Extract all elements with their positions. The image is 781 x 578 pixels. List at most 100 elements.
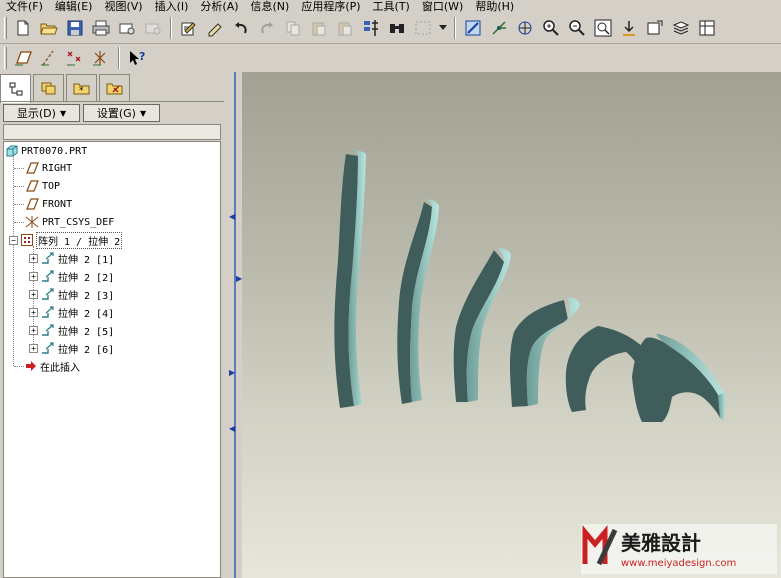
tab-model-tree[interactable] bbox=[0, 74, 31, 103]
repaint-icon[interactable] bbox=[462, 17, 484, 39]
open-folder-icon[interactable] bbox=[38, 17, 60, 39]
menu-file[interactable]: 文件(F) bbox=[0, 1, 49, 12]
redo-icon[interactable] bbox=[256, 17, 278, 39]
display-dropdown[interactable]: 显示(D) ▼ bbox=[3, 104, 80, 122]
datum-plane-icon bbox=[26, 198, 39, 210]
tree-item-extrude-6[interactable]: + 拉伸 2 [6] bbox=[29, 340, 114, 356]
chevron-down-icon: ▼ bbox=[59, 108, 67, 118]
tree-item-insert-here[interactable]: 在此插入 bbox=[25, 358, 80, 374]
tree-item-csys[interactable]: PRT_CSYS_DEF bbox=[25, 214, 114, 230]
connections-icon bbox=[106, 83, 122, 95]
tab-layers[interactable] bbox=[33, 74, 64, 101]
edit-definition-icon[interactable] bbox=[204, 17, 226, 39]
tab-favorites[interactable]: * bbox=[66, 74, 97, 101]
model-render bbox=[334, 150, 726, 422]
menu-bar: 文件(F) 编辑(E) 视图(V) 插入(I) 分析(A) 信息(N) 应用程序… bbox=[0, 0, 781, 12]
graphics-viewport[interactable]: 美雅設計 www.meiyadesign.com bbox=[242, 72, 781, 578]
settings-dropdown[interactable]: 设置(G) ▼ bbox=[83, 104, 160, 122]
expand-icon[interactable]: + bbox=[29, 271, 38, 281]
layers-icon[interactable] bbox=[670, 17, 692, 39]
orient-mode-icon[interactable] bbox=[514, 17, 536, 39]
zoom-out-icon[interactable] bbox=[566, 17, 588, 39]
view-manager-icon[interactable] bbox=[696, 17, 718, 39]
send-mail-icon[interactable] bbox=[116, 17, 138, 39]
datum-points-display-icon[interactable] bbox=[64, 47, 86, 69]
paste-special-icon[interactable] bbox=[334, 17, 356, 39]
undo-icon[interactable] bbox=[230, 17, 252, 39]
refit-icon[interactable] bbox=[592, 17, 614, 39]
collapse-left-icon[interactable]: ◀ bbox=[229, 212, 235, 221]
tree-item-front[interactable]: FRONT bbox=[25, 196, 72, 212]
collapse-icon[interactable]: − bbox=[9, 235, 18, 245]
tree-item-extrude-2[interactable]: + 拉伸 2 [2] bbox=[29, 268, 114, 284]
paste-icon[interactable] bbox=[308, 17, 330, 39]
toolbar-grip[interactable] bbox=[4, 47, 7, 69]
pattern-icon bbox=[21, 234, 33, 246]
toolbar-grip[interactable] bbox=[4, 16, 7, 39]
datum-planes-display-icon[interactable] bbox=[12, 47, 34, 69]
zoom-in-icon[interactable] bbox=[540, 17, 562, 39]
menu-edit[interactable]: 编辑(E) bbox=[49, 1, 99, 12]
tree-item-extrude-4[interactable]: + 拉伸 2 [4] bbox=[29, 304, 114, 320]
select-box-icon[interactable] bbox=[412, 17, 434, 39]
tree-guide-line bbox=[14, 204, 24, 205]
extrude-instance-6[interactable] bbox=[632, 334, 726, 422]
datum-display-toolbar: ? bbox=[0, 44, 781, 72]
panel-splitter[interactable]: ◀ ▶ ▶ ◀ bbox=[224, 72, 242, 578]
datum-axes-display-icon[interactable] bbox=[38, 47, 60, 69]
spin-center-icon[interactable] bbox=[488, 17, 510, 39]
expand-icon[interactable]: + bbox=[29, 289, 38, 299]
menu-tools[interactable]: 工具(T) bbox=[367, 1, 416, 12]
extrude-icon bbox=[42, 342, 54, 354]
extrude-instance-1[interactable] bbox=[334, 150, 366, 408]
expand-right-icon[interactable]: ▶ bbox=[229, 368, 235, 377]
logo-title: 美雅設計 bbox=[621, 531, 701, 555]
tree-root-part[interactable]: PRT0070.PRT bbox=[6, 143, 87, 159]
tree-item-extrude-5[interactable]: + 拉伸 2 [5] bbox=[29, 322, 114, 338]
tree-label: RIGHT bbox=[42, 162, 73, 174]
menu-help[interactable]: 帮助(H) bbox=[469, 1, 520, 12]
menu-window[interactable]: 窗口(W) bbox=[416, 1, 469, 12]
favorites-folder-icon: * bbox=[73, 83, 89, 96]
print-icon[interactable] bbox=[90, 17, 112, 39]
svg-text:*: * bbox=[79, 86, 84, 96]
expand-icon[interactable]: + bbox=[29, 343, 38, 353]
tree-item-top[interactable]: TOP bbox=[25, 178, 60, 194]
dropdown-arrow-icon[interactable] bbox=[438, 17, 448, 39]
menu-applications[interactable]: 应用程序(P) bbox=[295, 1, 366, 12]
tree-item-pattern[interactable]: − 阵列 1 / 拉伸 2 bbox=[9, 231, 123, 249]
copy-icon[interactable] bbox=[282, 17, 304, 39]
tree-label: 拉伸 2 [6] bbox=[58, 344, 115, 356]
expand-icon[interactable]: + bbox=[29, 307, 38, 317]
app-window: 文件(F) 编辑(E) 视图(V) 插入(I) 分析(A) 信息(N) 应用程序… bbox=[0, 0, 781, 578]
expand-icon[interactable]: + bbox=[29, 253, 38, 263]
tree-filter-bar[interactable] bbox=[3, 124, 221, 140]
extrude-instance-3[interactable] bbox=[453, 248, 511, 402]
tree-label: 拉伸 2 [4] bbox=[58, 308, 115, 320]
extrude-icon bbox=[42, 306, 54, 318]
extrude-icon bbox=[42, 288, 54, 300]
tree-label: FRONT bbox=[42, 198, 73, 210]
save-icon[interactable] bbox=[64, 17, 86, 39]
tree-item-extrude-3[interactable]: + 拉伸 2 [3] bbox=[29, 286, 114, 302]
expand-icon[interactable]: + bbox=[29, 325, 38, 335]
tab-connections[interactable] bbox=[99, 74, 130, 101]
menu-analysis[interactable]: 分析(A) bbox=[194, 1, 244, 12]
reorient-icon[interactable] bbox=[618, 17, 640, 39]
tree-item-right[interactable]: RIGHT bbox=[25, 160, 72, 176]
menu-info[interactable]: 信息(N) bbox=[245, 1, 296, 12]
regenerate-manager-icon[interactable] bbox=[360, 17, 382, 39]
coordinate-systems-display-icon[interactable] bbox=[90, 47, 112, 69]
new-file-icon[interactable] bbox=[12, 17, 34, 39]
tree-item-extrude-1[interactable]: + 拉伸 2 [1] bbox=[29, 250, 114, 266]
collapse-left-icon[interactable]: ◀ bbox=[229, 424, 235, 433]
extrude-instance-2[interactable] bbox=[397, 199, 439, 404]
send-link-icon[interactable] bbox=[142, 17, 164, 39]
menu-view[interactable]: 视图(V) bbox=[98, 1, 148, 12]
find-binoculars-icon[interactable] bbox=[386, 17, 408, 39]
regenerate-icon[interactable] bbox=[178, 17, 200, 39]
saved-views-icon[interactable] bbox=[644, 17, 666, 39]
tree-guide-line bbox=[14, 186, 24, 187]
context-help-icon[interactable]: ? bbox=[126, 47, 148, 69]
menu-insert[interactable]: 插入(I) bbox=[149, 1, 195, 12]
